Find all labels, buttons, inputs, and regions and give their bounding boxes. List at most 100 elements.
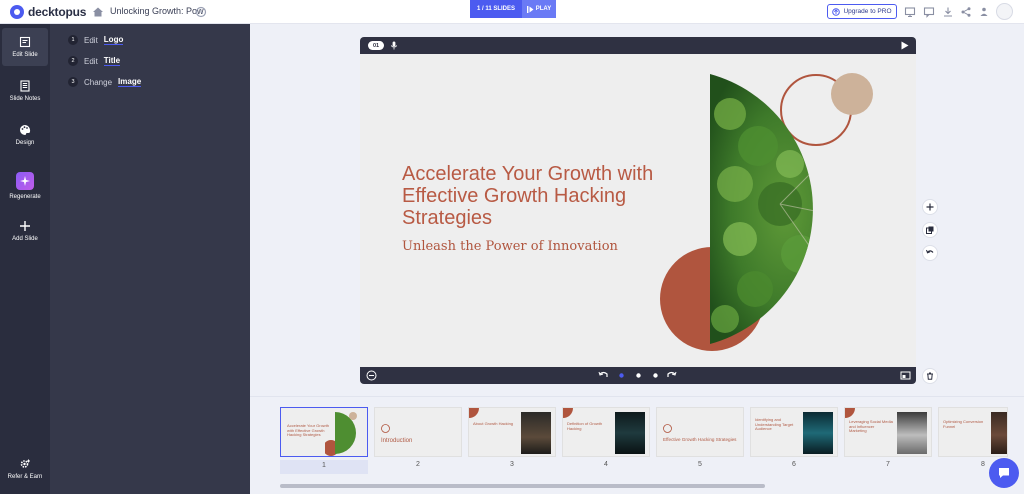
step-change-image[interactable]: 3 Change Image	[68, 77, 142, 87]
chat-icon	[999, 468, 1009, 478]
thumbnail-photo	[803, 412, 833, 454]
thumbnail-number: 6	[792, 461, 796, 468]
upgrade-label: Upgrade to PRO	[843, 8, 892, 15]
rail-edit-slide-label: Edit Slide	[12, 52, 38, 58]
slide-title[interactable]: Accelerate Your Growth with Effective Gr…	[402, 163, 662, 229]
forest-image[interactable]	[710, 72, 860, 347]
decktopus-logo[interactable]: decktopus	[10, 4, 86, 20]
chat-support-button[interactable]	[989, 458, 1019, 488]
thumbnail-number: 3	[510, 461, 514, 468]
step-verb: Change	[84, 77, 113, 87]
slide-thumbnail[interactable]: Introduction	[374, 407, 462, 457]
step-verb: Edit	[84, 56, 98, 66]
animation-icon[interactable]	[366, 370, 377, 381]
trash-icon	[927, 372, 933, 380]
undo-slide-button[interactable]	[922, 245, 938, 261]
thumbnail-text: Leveraging Social Media and Influencer M…	[849, 419, 893, 433]
thumbnail-number: 4	[604, 461, 608, 468]
rail-design[interactable]: Design	[2, 116, 48, 154]
slides-count-button[interactable]: 1 / 11 SLIDES	[470, 0, 522, 18]
rail-regenerate[interactable]: Regenerate	[2, 164, 48, 208]
rail-edit-slide[interactable]: Edit Slide	[2, 28, 48, 66]
page-dot-icon[interactable]	[636, 373, 641, 378]
comment-icon[interactable]	[923, 6, 935, 18]
download-icon[interactable]	[942, 6, 954, 18]
slide-thumbnail[interactable]: Leveraging Social Media and Influencer M…	[844, 407, 932, 457]
thumbnail-number: 5	[698, 461, 702, 468]
page-dot-active-icon[interactable]	[619, 373, 624, 378]
play-label: PLAY	[535, 6, 552, 12]
tan-circle	[831, 73, 873, 115]
rail-design-label: Design	[15, 140, 35, 146]
step-target[interactable]: Image	[118, 77, 142, 87]
play-button[interactable]: PLAY	[522, 0, 556, 18]
slide-thumbnail[interactable]: Optimizing Conversion Funnel	[938, 407, 1008, 457]
rail-slide-notes[interactable]: Slide Notes	[2, 72, 48, 110]
thumbnail-photo	[991, 412, 1007, 454]
upgrade-icon	[832, 7, 841, 16]
document-title[interactable]: Unlocking Growth: Pow	[110, 6, 204, 16]
thumbnail-scrollbar[interactable]	[280, 484, 765, 488]
microphone-icon[interactable]	[390, 41, 398, 50]
slide-thumbnail[interactable]: Definition of Growth Hacking	[562, 407, 650, 457]
top-bar: decktopus Unlocking Growth: Pow 1 / 11 S…	[0, 0, 1024, 24]
edit-steps-panel: 1 Edit Logo 2 Edit Title 3 Change Image	[50, 24, 250, 494]
rail-add-slide[interactable]: Add Slide	[2, 212, 48, 250]
undo-icon	[926, 249, 934, 254]
play-icon	[526, 5, 534, 13]
slide-thumbnail[interactable]: About Growth Hacking	[468, 407, 556, 457]
step-target[interactable]: Logo	[103, 35, 124, 45]
slide-thumbnail[interactable]: Effective Growth Hacking Strategies	[656, 407, 744, 457]
duplicate-slide-button[interactable]	[922, 222, 938, 238]
step-edit-title[interactable]: 2 Edit Title	[68, 56, 121, 66]
upgrade-button[interactable]: Upgrade to PRO	[827, 4, 897, 19]
thumbnail-accent	[563, 408, 573, 418]
slide-thumbnail[interactable]: Identifying and Understanding Target Aud…	[750, 407, 838, 457]
thumbnail-graphic	[325, 412, 357, 456]
thumbnail-photo	[615, 412, 645, 454]
thumbnail-text: Definition of Growth Hacking	[567, 421, 603, 431]
rail-refer-earn[interactable]: Refer & Earn	[2, 450, 48, 488]
slide-bottom-bar	[360, 367, 916, 384]
share-icon[interactable]	[960, 6, 972, 18]
slide-subtitle[interactable]: Unleash the Power of Innovation	[402, 239, 618, 254]
present-play-icon[interactable]	[900, 41, 909, 50]
logo-mark-icon	[10, 5, 24, 19]
user-avatar[interactable]	[996, 3, 1013, 20]
thumbnail-accent	[469, 408, 479, 418]
plus-icon	[20, 221, 30, 231]
notes-icon	[20, 80, 30, 92]
thumbnail-text: Effective Growth Hacking Strategies	[663, 437, 737, 442]
slide-top-bar: 01	[360, 37, 916, 54]
duplicate-icon	[926, 226, 934, 234]
slide-canvas[interactable]: 01 Accelerate Your Growth with Effective…	[360, 37, 916, 384]
add-element-button[interactable]	[922, 199, 938, 215]
history-icon[interactable]	[195, 6, 207, 18]
step-edit-logo[interactable]: 1 Edit Logo	[68, 35, 124, 45]
delete-slide-button[interactable]	[922, 368, 938, 384]
present-screen-icon[interactable]	[904, 6, 916, 18]
rail-add-slide-label: Add Slide	[12, 236, 38, 242]
thumbnail-text: Optimizing Conversion Funnel	[943, 419, 984, 429]
collaborators-icon[interactable]	[978, 6, 990, 18]
edit-slide-icon	[19, 36, 31, 48]
thumbnail-text: About Growth Hacking	[473, 421, 514, 426]
rail-refer-earn-label: Refer & Earn	[7, 474, 43, 480]
thumbnail-logo-icon	[663, 424, 672, 433]
step-target[interactable]: Title	[103, 56, 121, 66]
thumbnail-number: 2	[416, 461, 420, 468]
thumbnail-accent	[845, 408, 855, 418]
thumbnail-number: 7	[886, 461, 890, 468]
undo-icon[interactable]	[598, 370, 609, 381]
regenerate-icon	[16, 172, 34, 190]
layout-icon[interactable]	[900, 370, 911, 381]
slide-thumbnail[interactable]: Accelerate Your Growth with Effective Gr…	[280, 407, 368, 457]
thumbnail-text: Identifying and Understanding Target Aud…	[755, 417, 794, 431]
redo-icon[interactable]	[666, 370, 677, 381]
page-dot-icon[interactable]	[653, 373, 658, 378]
gear-plus-icon	[20, 459, 30, 468]
home-icon[interactable]	[92, 6, 104, 18]
plus-icon	[926, 203, 934, 211]
thumbnail-logo-icon	[381, 424, 390, 433]
thumbnail-photo	[521, 412, 551, 454]
